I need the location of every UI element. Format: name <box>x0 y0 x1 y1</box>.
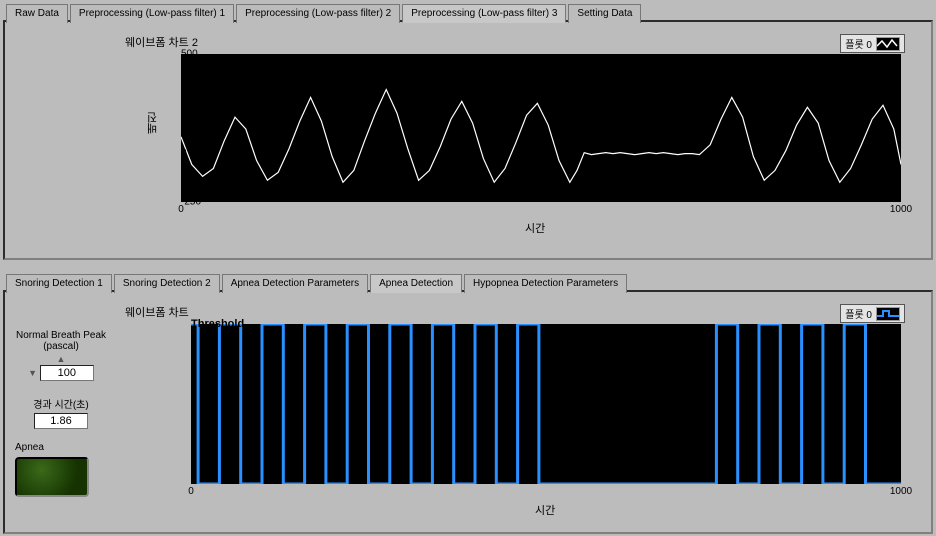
top-tab-1[interactable]: Preprocessing (Low-pass filter) 1 <box>70 4 234 23</box>
x-tick: 0 <box>188 486 194 497</box>
top-tab-4[interactable]: Setting Data <box>568 4 641 23</box>
apnea-block: Apnea <box>15 442 89 497</box>
top-tab-3[interactable]: Preprocessing (Low-pass filter) 3 <box>402 4 566 23</box>
chart2-legend[interactable]: 플롯 0 <box>840 304 905 323</box>
chart1-xlabel: 시간 <box>525 220 545 236</box>
legend2-swatch <box>876 307 900 321</box>
peak-unit: (pascal) <box>11 341 111 352</box>
x-tick: 1000 <box>890 204 912 215</box>
bottom-tab-4[interactable]: Hypopnea Detection Parameters <box>464 274 627 293</box>
x-tick: 1000 <box>890 486 912 497</box>
legend2-label: 플롯 0 <box>845 306 872 321</box>
bottom-tab-0[interactable]: Snoring Detection 1 <box>6 274 112 293</box>
top-tabstrip: Raw DataPreprocessing (Low-pass filter) … <box>6 4 643 23</box>
bottom-tab-2[interactable]: Apnea Detection Parameters <box>222 274 368 293</box>
apnea-label: Apnea <box>15 442 89 453</box>
top-tab-0[interactable]: Raw Data <box>6 4 68 23</box>
peak-label: Normal Breath Peak <box>11 330 111 341</box>
bottom-tab-1[interactable]: Snoring Detection 2 <box>114 274 220 293</box>
chart2-title: 웨이브폼 차트 <box>125 304 189 320</box>
legend1-swatch <box>876 37 900 51</box>
bottom-panel: Normal Breath Peak (pascal) ▲▼ 100 경과 시간… <box>3 290 933 534</box>
labview-app: Raw DataPreprocessing (Low-pass filter) … <box>0 0 936 536</box>
peak-input[interactable]: 100 <box>40 365 94 381</box>
chart1-ylabel: 배진 <box>145 112 161 134</box>
elapsed-value: 1.86 <box>34 413 88 429</box>
x-tick: 0 <box>178 204 184 215</box>
elapsed-label: 경과 시간(초) <box>11 396 111 411</box>
chart1-legend[interactable]: 플롯 0 <box>840 34 905 53</box>
peak-control: Normal Breath Peak (pascal) ▲▼ 100 <box>11 330 111 381</box>
elapsed-control: 경과 시간(초) 1.86 <box>11 396 111 429</box>
top-panel: 웨이브폼 차트 2 플롯 0 -250025050001000 배진 시간 <box>3 20 933 260</box>
chart2-plot-area: 01000Threshold <box>191 324 901 484</box>
chart1-plot-area: -250025050001000 <box>181 54 901 202</box>
chart2-xlabel: 시간 <box>535 502 555 518</box>
apnea-led <box>15 457 89 497</box>
legend1-label: 플롯 0 <box>845 36 872 51</box>
bottom-tabstrip: Snoring Detection 1Snoring Detection 2Ap… <box>6 274 629 293</box>
top-tab-2[interactable]: Preprocessing (Low-pass filter) 2 <box>236 4 400 23</box>
bottom-tab-3[interactable]: Apnea Detection <box>370 274 462 293</box>
